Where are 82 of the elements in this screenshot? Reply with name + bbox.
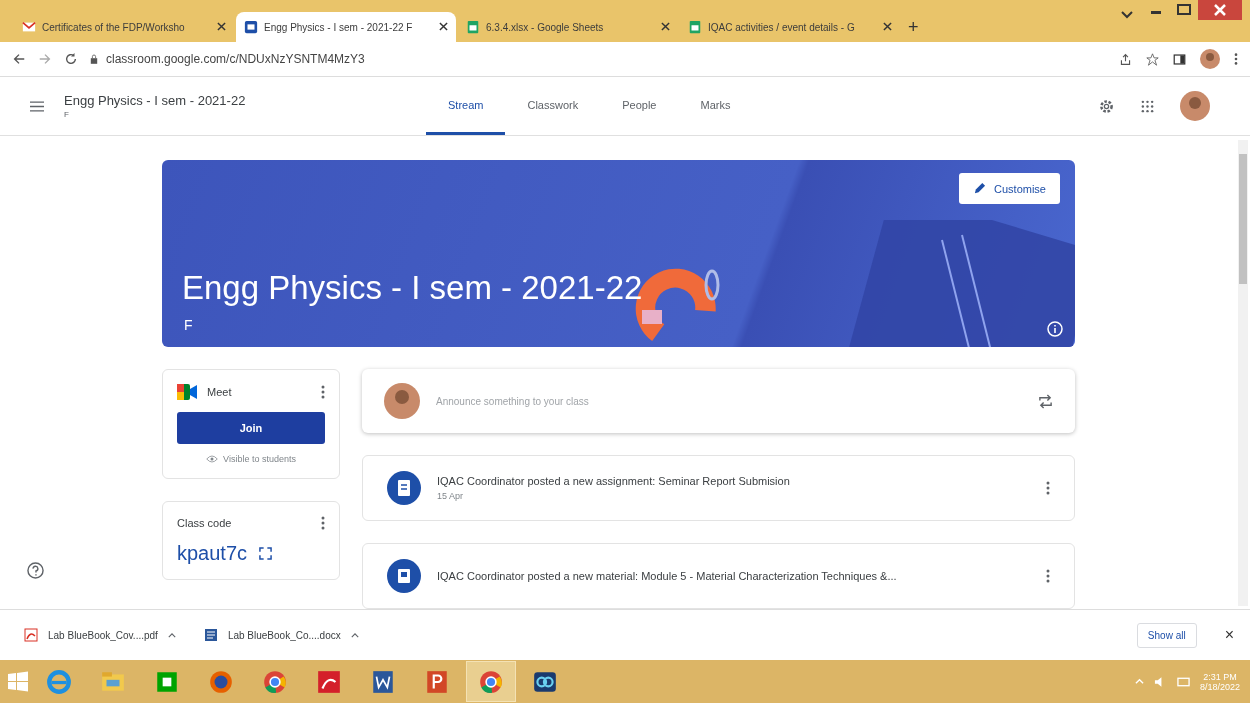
post-date: 15 Apr xyxy=(437,491,465,501)
browser-tab[interactable]: Certificates of the FDP/Worksho xyxy=(14,12,234,42)
stream-post[interactable]: IQAC Coordinator posted a new material: Module 5 - Material Characterization Techniques &... xyxy=(362,543,1075,609)
apps-grid-icon[interactable] xyxy=(1141,99,1154,113)
browser-tab[interactable]: IQAC activities / event details - G xyxy=(680,12,900,42)
repost-icon[interactable] xyxy=(1038,393,1053,409)
document-icon xyxy=(203,628,218,642)
share-icon[interactable] xyxy=(1119,52,1132,66)
spreadsheet-icon xyxy=(688,20,702,34)
close-button[interactable]: × xyxy=(1224,626,1234,644)
lock-icon xyxy=(90,54,98,64)
download-item[interactable]: Lab BlueBook_Cov....pdf xyxy=(24,628,176,642)
assignment-icon xyxy=(387,471,421,505)
post-text: IQAC Coordinator posted a new assignment: Seminar Report Submision xyxy=(437,475,791,487)
class-tab[interactable]: Marks xyxy=(678,77,753,135)
meet-label: Meet xyxy=(207,386,232,398)
close-tab-icon[interactable] xyxy=(661,20,670,34)
browser-tab[interactable]: Engg Physics - I sem - 2021-22 F xyxy=(236,12,456,42)
material-icon xyxy=(387,559,421,593)
show-all-button[interactable]: Show all xyxy=(1136,622,1197,648)
close-icon xyxy=(883,22,892,31)
post-text: IQAC Coordinator posted a new material: Module 5 - Material Characterization Techniques &... xyxy=(437,570,898,582)
chrome-icon xyxy=(262,668,288,695)
eye-icon xyxy=(206,455,219,463)
windows-start-icon[interactable] xyxy=(6,669,30,694)
browser-tab[interactable]: 6.3.4.xlsx - Google Sheets xyxy=(458,12,678,42)
info-icon[interactable] xyxy=(1047,321,1063,337)
address-bar[interactable]: classroom.google.com/c/NDUxNzYSNTM4MzY3 xyxy=(106,52,365,66)
class-tab[interactable]: Classwork xyxy=(505,77,601,135)
stream-post[interactable]: IQAC Coordinator posted a new assignment: Seminar Report Submision 15 Apr xyxy=(362,455,1075,521)
banner-section: F xyxy=(184,317,193,333)
download-item[interactable]: Lab BlueBook_Co....docx xyxy=(203,628,359,642)
more-icon[interactable] xyxy=(1234,52,1238,66)
powerpoint-icon xyxy=(424,668,450,695)
back-icon[interactable] xyxy=(12,52,26,66)
class-section: F xyxy=(64,110,246,119)
caret-up-icon xyxy=(350,632,359,638)
menu-icon[interactable] xyxy=(30,100,44,112)
firefox-icon xyxy=(208,668,234,695)
close-icon xyxy=(661,22,670,31)
side-panel-icon[interactable] xyxy=(1173,52,1186,66)
word-icon xyxy=(370,668,396,695)
pdf-file-icon xyxy=(24,628,38,642)
caret-up-icon xyxy=(167,632,176,638)
settings-icon[interactable] xyxy=(1098,97,1115,115)
avatar-icon xyxy=(384,383,420,419)
visibility-note: Visible to students xyxy=(223,454,296,464)
close-icon xyxy=(217,22,226,31)
class-code-label: Class code xyxy=(177,517,232,529)
class-title[interactable]: Engg Physics - I sem - 2021-22 xyxy=(64,93,246,108)
avatar-icon[interactable] xyxy=(1200,49,1220,69)
spreadsheet-icon xyxy=(466,20,480,34)
customise-button[interactable]: Customise xyxy=(959,173,1060,204)
announce-field[interactable]: Announce something to your class xyxy=(434,394,1024,408)
close-icon[interactable] xyxy=(1198,0,1242,20)
mail-icon xyxy=(22,20,36,34)
classroom-icon xyxy=(244,20,258,34)
video-camera-icon xyxy=(177,384,197,400)
close-tab-icon[interactable] xyxy=(439,20,448,34)
more-icon[interactable] xyxy=(1046,569,1050,583)
new-tab-button[interactable]: + xyxy=(908,17,919,38)
close-tab-icon[interactable] xyxy=(883,20,892,34)
chrome-icon xyxy=(478,668,504,695)
close-icon xyxy=(439,22,448,31)
class-tab[interactable]: People xyxy=(600,77,679,135)
help-icon[interactable] xyxy=(27,562,44,579)
join-button[interactable]: Join xyxy=(177,412,325,444)
close-tab-icon[interactable] xyxy=(217,20,226,34)
more-icon[interactable] xyxy=(321,516,325,530)
class-code: kpaut7c xyxy=(177,542,248,565)
reload-icon[interactable] xyxy=(64,52,78,66)
scrollbar[interactable] xyxy=(1238,140,1248,606)
banner-title: Engg Physics - I sem - 2021-22 xyxy=(182,269,643,307)
fullscreen-icon[interactable] xyxy=(259,547,273,560)
avatar-icon[interactable] xyxy=(1180,91,1210,121)
ie-icon xyxy=(46,668,72,695)
more-icon[interactable] xyxy=(321,385,325,399)
pdf-app-icon xyxy=(316,668,342,695)
star-icon[interactable] xyxy=(1146,52,1159,66)
taskbar-app[interactable] xyxy=(466,661,516,702)
more-icon[interactable] xyxy=(1046,481,1050,495)
pencil-icon xyxy=(973,182,987,195)
